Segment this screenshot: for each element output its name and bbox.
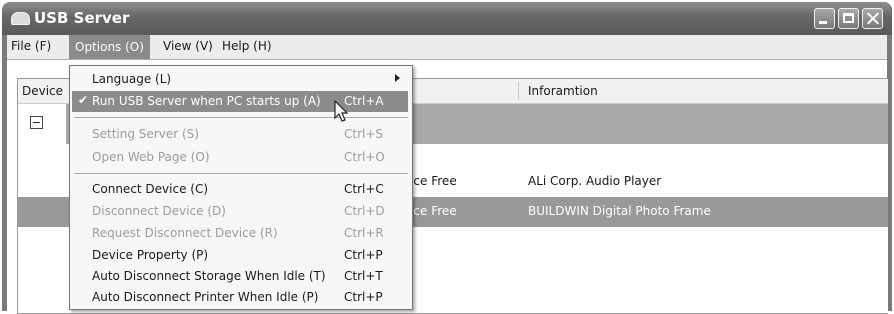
mouse-pointer-icon <box>334 100 349 122</box>
menu-item-connect-device[interactable]: Connect Device (C) Ctrl+C <box>70 179 412 200</box>
menu-item-shortcut: Ctrl+R <box>344 226 384 240</box>
menu-item-run-at-startup[interactable]: ✔ Run USB Server when PC starts up (A) C… <box>72 91 408 112</box>
device-info: ALi Corp. Audio Player <box>528 174 662 188</box>
menu-item-auto-disconnect-storage[interactable]: Auto Disconnect Storage When Idle (T) Ct… <box>70 266 412 287</box>
menu-item-label: Run USB Server when PC starts up (A) <box>92 94 321 108</box>
close-button[interactable] <box>862 8 883 29</box>
menu-item-label: Request Disconnect Device (R) <box>92 226 278 240</box>
menu-item-label: Setting Server (S) <box>92 127 199 141</box>
menu-item-language[interactable]: Language (L) <box>70 69 412 90</box>
title-bar[interactable]: USB Server <box>2 2 892 35</box>
window-title: USB Server <box>34 9 130 27</box>
usb-server-app-icon <box>11 12 30 25</box>
collapse-minus-icon[interactable] <box>30 116 43 129</box>
menu-item-label: Connect Device (C) <box>92 182 209 196</box>
menu-item-shortcut: Ctrl+S <box>344 127 384 141</box>
menu-item-shortcut: Ctrl+O <box>344 150 385 164</box>
menu-help[interactable]: Help (H) <box>222 39 272 53</box>
menu-separator <box>74 173 408 175</box>
menu-item-label: Language (L) <box>92 72 172 86</box>
device-info: BUILDWIN Digital Photo Frame <box>528 204 711 218</box>
menu-item-label: Auto Disconnect Storage When Idle (T) <box>92 269 326 283</box>
menu-options[interactable]: Options (O) <box>69 35 150 59</box>
column-header-information[interactable]: Inforamtion <box>528 84 598 98</box>
menu-separator <box>74 117 408 119</box>
menu-item-device-property[interactable]: Device Property (P) Ctrl+P <box>70 245 412 266</box>
menu-item-shortcut: Ctrl+P <box>344 290 383 304</box>
column-divider[interactable] <box>518 82 519 100</box>
minimize-button[interactable] <box>814 8 835 29</box>
options-dropdown-menu: Language (L) ✔ Run USB Server when PC st… <box>69 65 413 310</box>
menu-view[interactable]: View (V) <box>163 39 213 53</box>
menu-item-label: Disconnect Device (D) <box>92 204 226 218</box>
menu-item-auto-disconnect-printer[interactable]: Auto Disconnect Printer When Idle (P) Ct… <box>70 287 412 308</box>
menu-item-label: Open Web Page (O) <box>92 150 210 164</box>
menu-item-shortcut: Ctrl+D <box>344 204 385 218</box>
checkmark-icon: ✔ <box>78 93 89 107</box>
menu-bar: File (F) Options (O) View (V) Help (H) <box>7 35 887 59</box>
menu-item-disconnect-device[interactable]: Disconnect Device (D) Ctrl+D <box>70 201 412 222</box>
app-window: USB Server File (F) Options (O) View (V)… <box>2 2 892 314</box>
menu-item-request-disconnect[interactable]: Request Disconnect Device (R) Ctrl+R <box>70 223 412 244</box>
menu-item-shortcut: Ctrl+C <box>344 182 384 196</box>
chevron-right-icon <box>395 74 400 82</box>
menu-item-setting-server[interactable]: Setting Server (S) Ctrl+S <box>70 124 412 145</box>
maximize-button[interactable] <box>838 8 859 29</box>
menu-item-shortcut: Ctrl+T <box>344 269 383 283</box>
menu-item-label: Auto Disconnect Printer When Idle (P) <box>92 290 319 304</box>
column-header-device[interactable]: Device <box>22 84 63 98</box>
menu-item-label: Device Property (P) <box>92 248 209 262</box>
menu-item-open-web-page[interactable]: Open Web Page (O) Ctrl+O <box>70 147 412 168</box>
menu-item-shortcut: Ctrl+P <box>344 248 383 262</box>
menu-file[interactable]: File (F) <box>11 39 51 53</box>
